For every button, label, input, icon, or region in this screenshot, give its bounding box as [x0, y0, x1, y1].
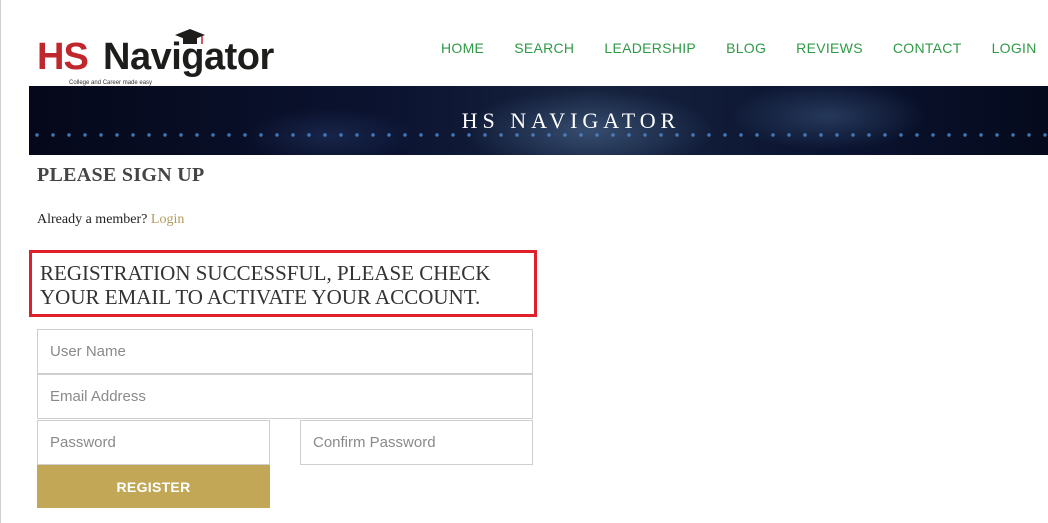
member-prompt-text: Already a member?	[37, 212, 148, 227]
member-prompt: Already a member? Login	[37, 212, 184, 228]
nav-contact[interactable]: CONTACT	[893, 40, 962, 56]
login-link[interactable]: Login	[151, 212, 184, 227]
nav-home[interactable]: HOME	[441, 40, 484, 56]
username-input[interactable]	[37, 329, 533, 374]
nav-leadership[interactable]: LEADERSHIP	[604, 40, 696, 56]
success-alert: REGISTRATION SUCCESSFUL, PLEASE CHECK YO…	[29, 250, 537, 317]
confirm-password-input[interactable]	[300, 420, 533, 465]
password-input[interactable]	[37, 420, 270, 465]
nav-search[interactable]: SEARCH	[514, 40, 574, 56]
logo-hs-text: HS	[37, 36, 89, 78]
main-nav: HOME SEARCH LEADERSHIP BLOG REVIEWS CONT…	[441, 40, 1048, 56]
success-message: REGISTRATION SUCCESSFUL, PLEASE CHECK YO…	[40, 261, 491, 309]
site-logo[interactable]: HS Navigator College and Career made eas…	[37, 29, 277, 90]
page-title: PLEASE SIGN UP	[37, 164, 205, 186]
register-button[interactable]: REGISTER	[37, 465, 270, 508]
nav-reviews[interactable]: REVIEWS	[796, 40, 863, 56]
email-input[interactable]	[37, 374, 533, 419]
graduation-cap-icon	[175, 29, 205, 44]
page: HS Navigator College and Career made eas…	[0, 0, 1048, 523]
hero-banner: HS NAVIGATOR	[29, 86, 1048, 155]
nav-login[interactable]: LOGIN	[992, 40, 1037, 56]
banner-title: HS NAVIGATOR	[461, 108, 681, 133]
nav-blog[interactable]: BLOG	[726, 40, 766, 56]
